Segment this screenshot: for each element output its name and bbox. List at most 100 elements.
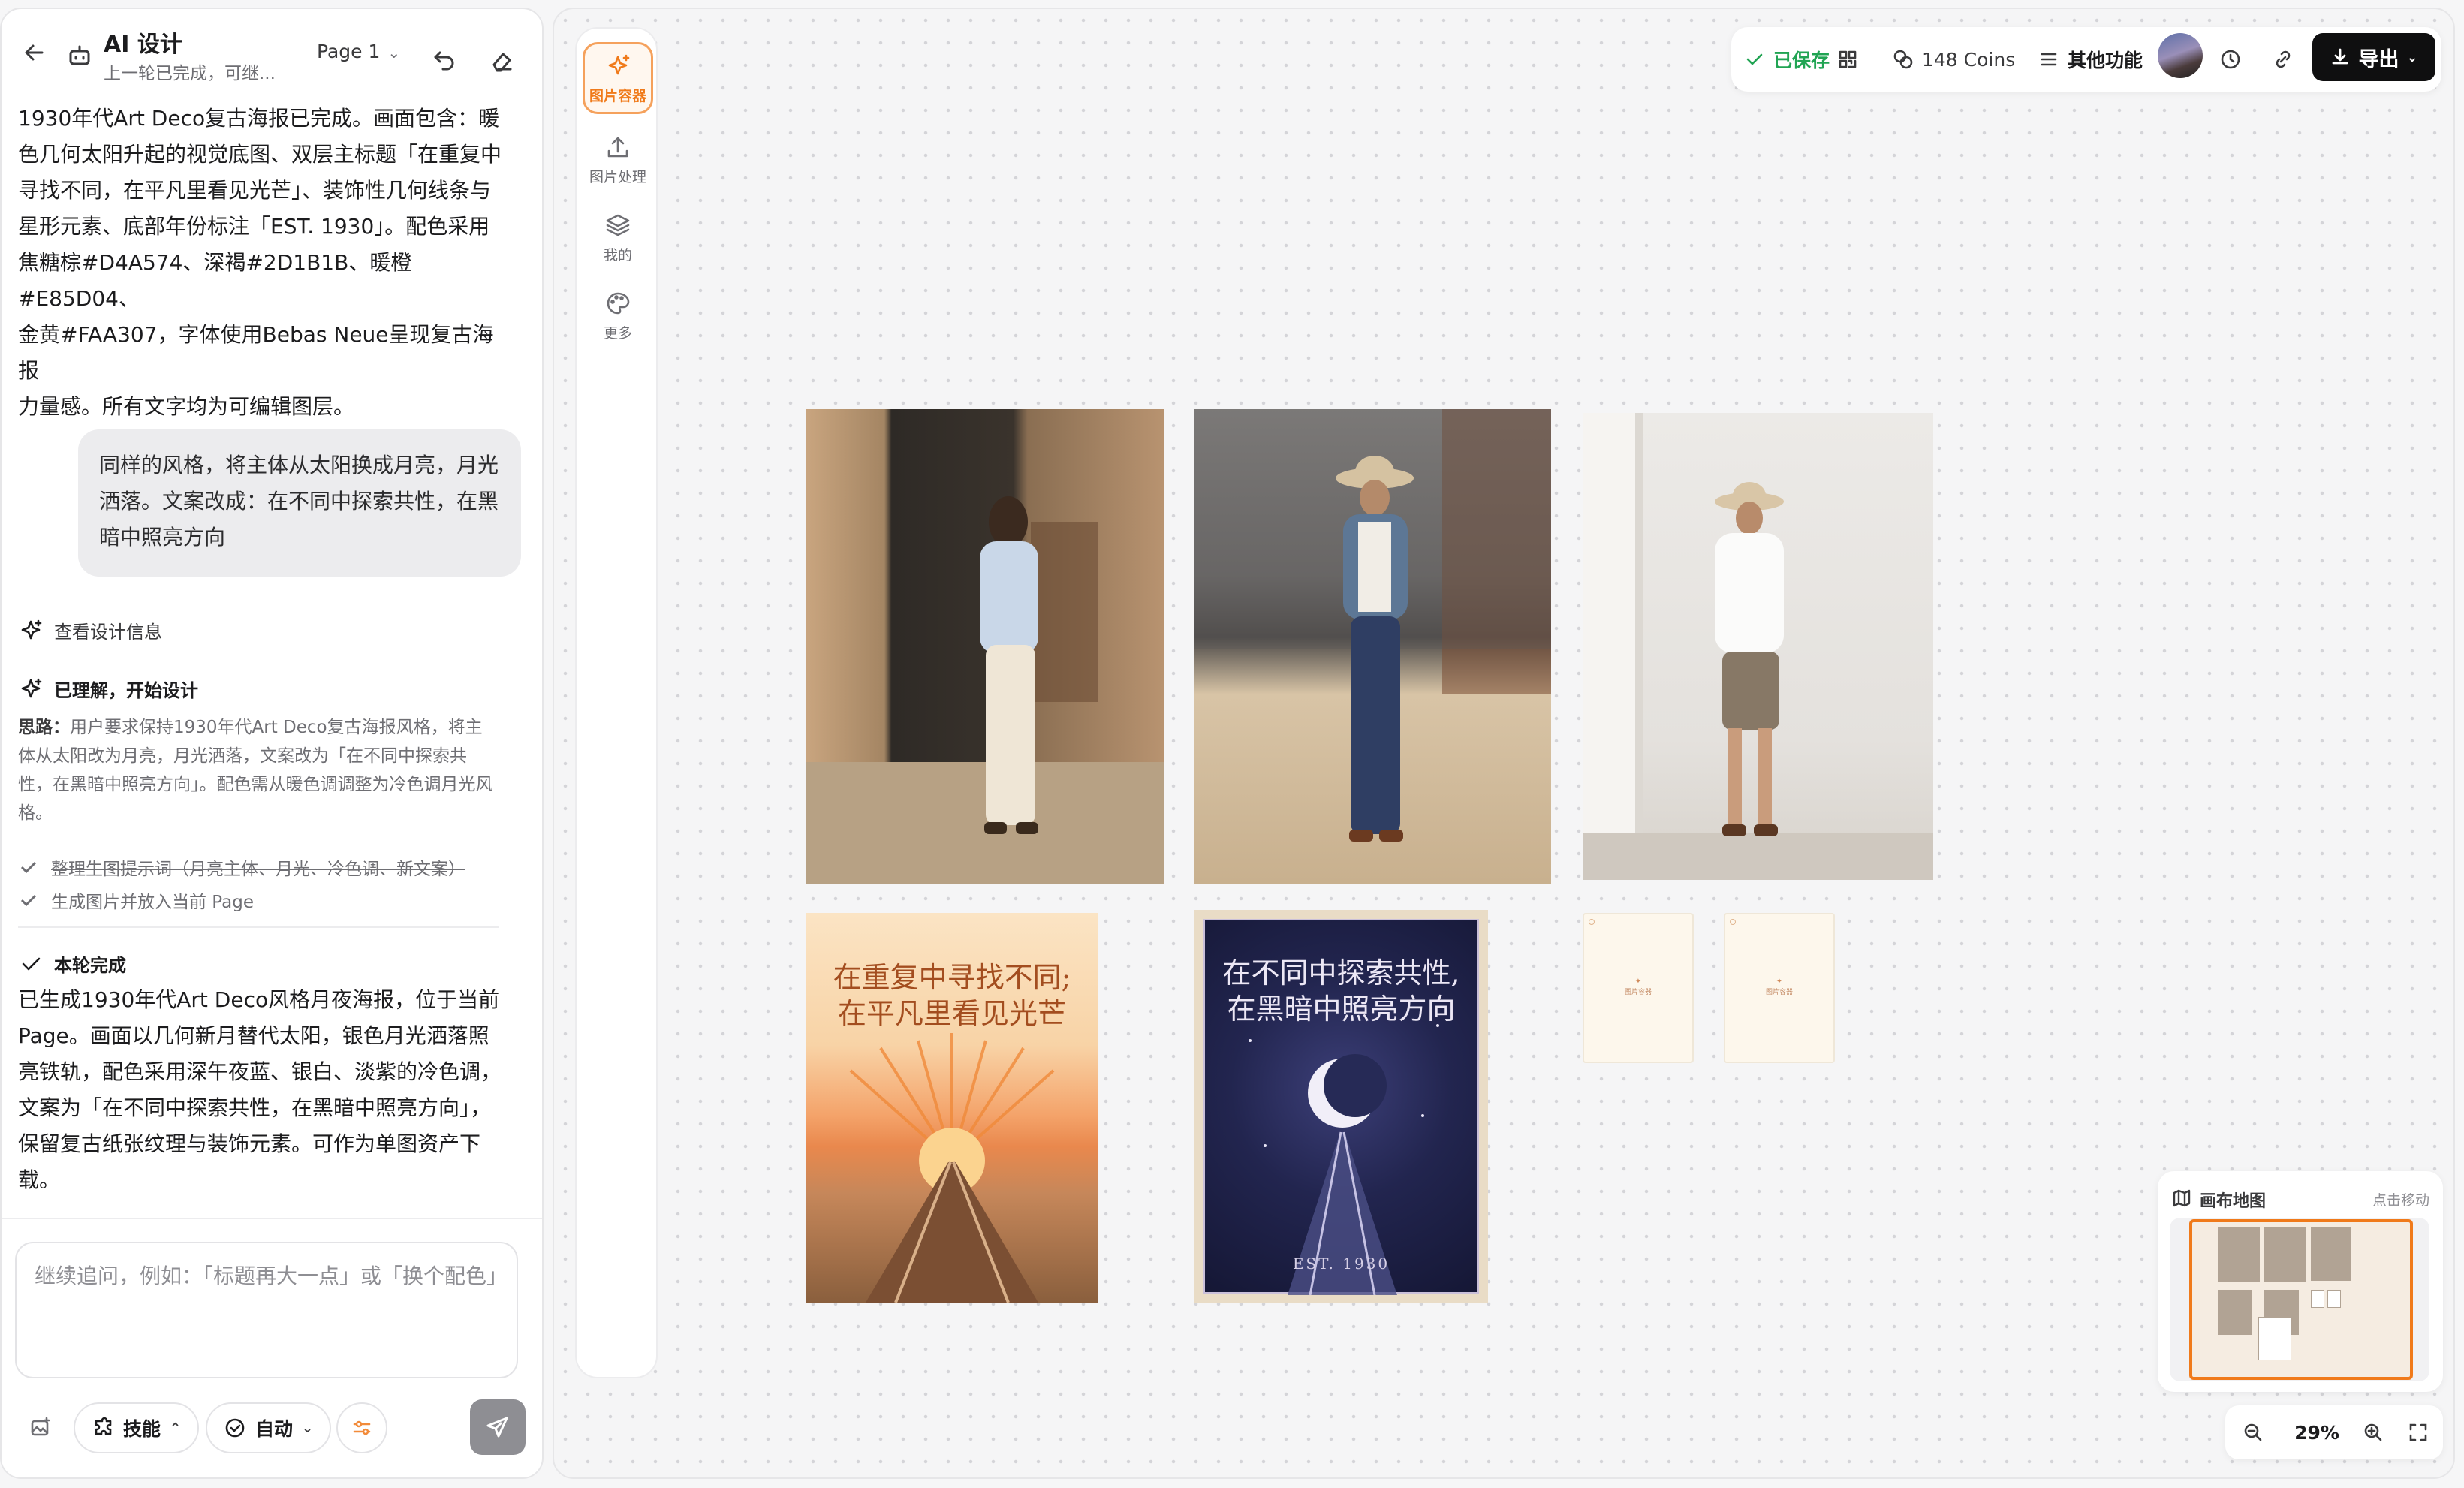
zoom-in-button[interactable] — [2354, 1405, 2392, 1459]
canvas-photo-cafe[interactable] — [806, 409, 1164, 884]
tool-mine[interactable]: 我的 — [583, 201, 653, 273]
back-button[interactable] — [15, 33, 54, 72]
fullscreen-icon — [2409, 1423, 2427, 1441]
chat-title: AI 设计 — [104, 32, 182, 58]
undo-button[interactable] — [425, 41, 464, 80]
page-selector-label: Page 1 — [317, 41, 381, 62]
poster-title-line: 在不同中探索共性, — [1222, 956, 1460, 989]
image-container-placeholder[interactable]: ✦ 图片容器 — [1724, 913, 1835, 1063]
clock-icon — [2221, 50, 2240, 69]
round-done-status: 本轮完成 — [18, 950, 126, 977]
send-button[interactable] — [470, 1399, 526, 1455]
tool-more[interactable]: 更多 — [583, 279, 653, 351]
person-figure-image — [1194, 409, 1551, 842]
user-avatar[interactable] — [2158, 33, 2203, 78]
minimap-hint: 点击移动 — [2372, 1192, 2429, 1209]
skill-dropdown[interactable]: 技能 ⌃ — [74, 1402, 200, 1453]
view-design-info-label: 查看设计信息 — [54, 622, 162, 643]
zoom-level[interactable]: 29% — [2279, 1405, 2354, 1459]
coins-balance[interactable]: 148 Coins — [1892, 27, 2015, 92]
upload-icon — [607, 137, 628, 157]
result-line: 保留复古纸张纹理与装饰元素。可作为单图资产下 — [18, 1131, 481, 1156]
result-line: 亮铁轨，配色采用深午夜蓝、银白、淡紫的冷色调， — [18, 1059, 502, 1084]
poster-moon-frame: 在不同中探索共性, 在黑暗中照亮方向 EST. 1930 — [1203, 919, 1479, 1295]
clear-button[interactable] — [482, 41, 521, 80]
assistant-line: 色几何太阳升起的视觉底图、双层主标题「在重复中 — [18, 142, 502, 167]
minimap-item — [2311, 1227, 2351, 1281]
understood-label: 已理解，开始设计 — [54, 680, 198, 701]
assistant-line: 金黄#FAA307，字体使用Bebas Neue呈现复古海报 — [18, 322, 494, 383]
canvas-photo-white-wall[interactable] — [1583, 413, 1933, 880]
divider — [2, 1218, 542, 1219]
check-icon — [20, 861, 37, 874]
image-container-placeholder[interactable]: ✦ 图片容器 — [1583, 913, 1694, 1063]
check-icon — [20, 894, 37, 907]
more-features-menu[interactable]: 其他功能 — [2038, 27, 2143, 92]
fullscreen-button[interactable] — [2399, 1405, 2437, 1459]
frame-corner-icon — [1589, 919, 1595, 925]
frame-corner-icon — [1730, 919, 1736, 925]
user-message-bubble: 同样的风格，将主体从太阳换成月亮，月光 洒落。文案改成：在不同中探索共性，在黑 … — [78, 429, 521, 577]
todo-item: 整理生图提示词（月亮主体、月光、冷色调、新文案） — [18, 854, 465, 880]
zoom-out-button[interactable] — [2234, 1405, 2272, 1459]
bot-icon — [69, 45, 90, 65]
check-circle-icon — [225, 1418, 245, 1438]
todo-item: 生成图片并放入当前 Page — [18, 887, 254, 913]
result-line: Page。画面以几何新月替代太阳，银色月光洒落照 — [18, 1023, 489, 1048]
user-line: 暗中照亮方向 — [99, 525, 226, 550]
layers-icon — [606, 214, 630, 236]
todo-label: 生成图片并放入当前 Page — [51, 893, 254, 912]
menu-icon — [2041, 53, 2057, 66]
thinking-body: 用户要求保持1930年代Art Deco复古海报风格，将主体从太阳改为月亮，月光… — [18, 718, 493, 823]
tool-image-container[interactable]: 图片容器 — [583, 42, 653, 114]
zoom-controls: 29% — [2225, 1405, 2443, 1459]
thinking-text: 思路：用户要求保持1930年代Art Deco复古海报风格，将主体从太阳改为月亮… — [18, 713, 499, 827]
poster-sun-title: 在重复中寻找不同; 在平凡里看见光芒 — [806, 959, 1098, 1032]
canvas-photo-street[interactable] — [1194, 409, 1551, 884]
view-design-info-link[interactable]: 查看设计信息 — [18, 617, 162, 643]
placeholder-label: 图片容器 — [1624, 989, 1652, 996]
page-selector[interactable]: Page 1 ⌄ — [317, 41, 400, 62]
tool-sidebar: 图片容器 图片处理 我的 更多 — [575, 27, 658, 1378]
undo-icon — [434, 51, 454, 71]
poster-title-line: 在黑暗中照亮方向 — [1227, 993, 1456, 1026]
canvas-minimap[interactable]: 画布地图 点击移动 — [2158, 1171, 2443, 1392]
mode-dropdown[interactable]: 自动 ⌄ — [206, 1402, 332, 1453]
chevron-down-icon: ⌄ — [2406, 49, 2418, 65]
send-icon — [486, 1417, 508, 1438]
minimap-title: 画布地图 — [2200, 1192, 2267, 1211]
coins-icon — [1893, 50, 1913, 69]
sparkle-icon: ✦ — [1634, 977, 1642, 986]
chat-panel: AI 设计 上一轮已完成，可继... Page 1 ⌄ 1930年代Art Dec… — [0, 8, 544, 1479]
image-upload-button[interactable] — [15, 1402, 66, 1453]
download-icon — [2333, 48, 2348, 65]
poster-moon-title: 在不同中探索共性, 在黑暗中照亮方向 — [1205, 955, 1477, 1027]
sliders-icon — [353, 1420, 371, 1435]
more-features-label: 其他功能 — [2068, 50, 2143, 71]
minimap-item — [2258, 1317, 2291, 1360]
sparkle-icon: ✦ — [1776, 977, 1783, 986]
assistant-line: 寻找不同，在平凡里看见光芒」、装饰性几何线条与 — [18, 178, 492, 203]
export-button[interactable]: 导出 ⌄ — [2312, 33, 2435, 81]
export-label: 导出 — [2358, 47, 2399, 71]
qr-code-icon — [1839, 50, 1857, 68]
skill-label: 技能 — [123, 1418, 161, 1440]
tool-image-processing[interactable]: 图片处理 — [583, 123, 653, 195]
chevron-down-icon: ⌄ — [302, 1420, 314, 1436]
user-line: 同样的风格，将主体从太阳换成月亮，月光 — [99, 453, 499, 477]
assistant-message: 1930年代Art Deco复古海报已完成。画面包含：暖 色几何太阳升起的视觉底… — [18, 101, 506, 425]
canvas-poster-sun[interactable]: 在重复中寻找不同; 在平凡里看见光芒 — [806, 913, 1098, 1303]
qr-code-button[interactable] — [1836, 27, 1859, 92]
tool-label: 更多 — [603, 324, 632, 342]
history-button[interactable] — [2219, 27, 2242, 92]
todo-label: 整理生图提示词（月亮主体、月光、冷色调、新文案） — [51, 860, 465, 879]
share-link-button[interactable] — [2272, 27, 2294, 92]
chat-input[interactable]: 继续追问，例如：「标题再大一点」或「换个配色」 — [15, 1242, 518, 1378]
canvas-poster-moon[interactable]: 在不同中探索共性, 在黑暗中照亮方向 EST. 1930 — [1194, 910, 1488, 1303]
minimap-item — [2218, 1290, 2252, 1335]
result-message: 已生成1930年代Art Deco风格月夜海报，位于当前 Page。画面以几何新… — [18, 982, 506, 1198]
minimap-viewport[interactable] — [2189, 1219, 2413, 1380]
placeholder-label: 图片容器 — [1765, 989, 1793, 996]
settings-toggle-button[interactable] — [336, 1402, 387, 1453]
link-icon — [2276, 50, 2291, 68]
